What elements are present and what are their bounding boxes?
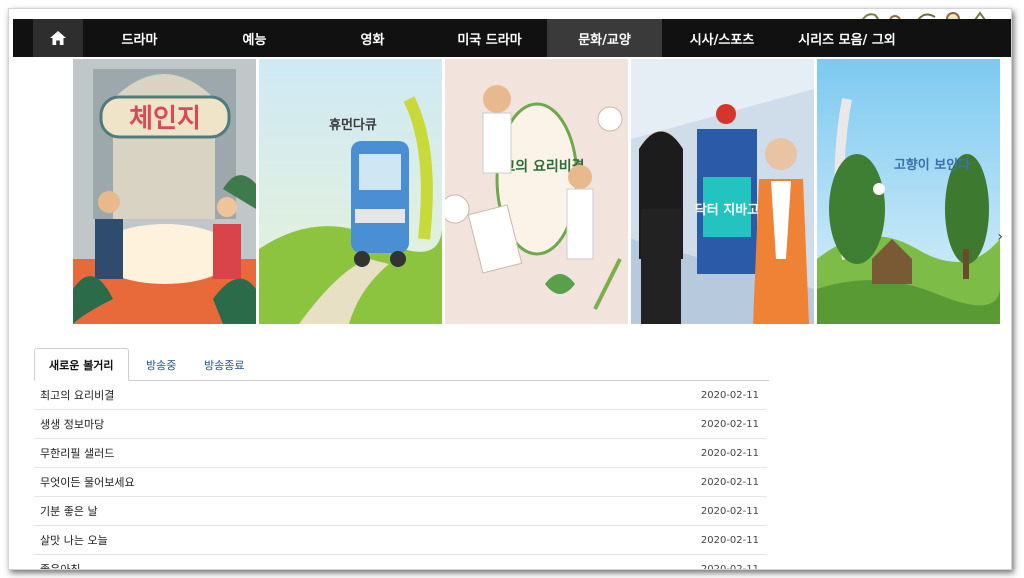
content-tabs: 새로운 볼거리 방송중 방송종료: [34, 348, 769, 381]
list-item-date: 2020-02-11: [700, 534, 759, 546]
list-item-title: 무한리필 샐러드: [40, 447, 115, 460]
poster-title: 고향이 보인다: [894, 157, 970, 173]
page-frame: 드라마 예능 영화 미국 드라마 문화/교양 시사/스포츠 시리즈 모음/ 그외…: [8, 8, 1012, 570]
list-item[interactable]: 살맛 나는 오늘 2020-02-11: [34, 526, 767, 555]
list-item-date: 2020-02-11: [700, 476, 759, 488]
nav-item-culture[interactable]: 문화/교양: [547, 19, 662, 57]
list-item-date: 2020-02-11: [700, 418, 759, 430]
poster-cooking-image: 최고의 요리비결: [445, 59, 628, 324]
poster-bus-image: 휴먼다큐: [259, 59, 442, 324]
list-item[interactable]: 좋은아침 2020-02-11: [34, 555, 767, 570]
list-item-date: 2020-02-11: [700, 389, 759, 401]
tab-new[interactable]: 새로운 볼거리: [34, 348, 129, 381]
banner-carousel: 체인지 휴먼다큐 최고의 요리비결 닥터 지바고 고향이 보인다 ›: [73, 59, 1003, 324]
nav-item-us-drama[interactable]: 미국 드라마: [432, 19, 547, 57]
banner-poster[interactable]: 체인지: [73, 59, 256, 324]
list-item-date: 2020-02-11: [700, 505, 759, 517]
nav-item-movie[interactable]: 영화: [313, 19, 432, 57]
poster-doctor-image: 닥터 지바고: [631, 59, 814, 324]
home-icon: [50, 31, 66, 45]
list-item-title: 생생 정보마당: [40, 418, 105, 431]
list-item[interactable]: 기분 좋은 날 2020-02-11: [34, 497, 767, 526]
nav-item-news-sports[interactable]: 시사/스포츠: [662, 19, 782, 57]
list-item-title: 살맛 나는 오늘: [40, 534, 108, 547]
list-item[interactable]: 무한리필 샐러드 2020-02-11: [34, 439, 767, 468]
chevron-right-icon[interactable]: ›: [997, 229, 1003, 245]
main-nav: 드라마 예능 영화 미국 드라마 문화/교양 시사/스포츠 시리즈 모음/ 그외: [13, 19, 1011, 57]
nav-item-drama[interactable]: 드라마: [83, 19, 196, 57]
banner-poster[interactable]: 고향이 보인다: [817, 59, 1000, 324]
banner-poster[interactable]: 휴먼다큐: [259, 59, 442, 324]
banner-poster[interactable]: 최고의 요리비결: [445, 59, 628, 324]
program-list: 최고의 요리비결 2020-02-11 생생 정보마당 2020-02-11 무…: [34, 381, 767, 570]
poster-title: 닥터 지바고: [695, 202, 759, 218]
list-item[interactable]: 무엇이든 물어보세요 2020-02-11: [34, 468, 767, 497]
nav-home[interactable]: [33, 19, 83, 57]
tab-on-air[interactable]: 방송중: [132, 348, 190, 381]
nav-item-series[interactable]: 시리즈 모음/ 그외: [782, 19, 912, 57]
nav-item-variety[interactable]: 예능: [196, 19, 313, 57]
list-item[interactable]: 생생 정보마당 2020-02-11: [34, 410, 767, 439]
list-item[interactable]: 최고의 요리비결 2020-02-11: [34, 381, 767, 410]
list-item-title: 좋은아침: [40, 563, 81, 570]
list-item-title: 무엇이든 물어보세요: [40, 476, 135, 489]
list-item-title: 최고의 요리비결: [40, 389, 115, 402]
list-item-date: 2020-02-11: [700, 447, 759, 459]
tab-ended[interactable]: 방송종료: [190, 348, 258, 381]
poster-hometown-image: 고향이 보인다: [817, 59, 1000, 324]
banner-poster[interactable]: 닥터 지바고: [631, 59, 814, 324]
poster-title: 체인지: [129, 104, 201, 134]
list-item-title: 기분 좋은 날: [40, 505, 98, 518]
list-item-date: 2020-02-11: [700, 563, 759, 570]
poster-title: 휴먼다큐: [329, 117, 377, 133]
poster-change-image: 체인지: [73, 59, 256, 324]
